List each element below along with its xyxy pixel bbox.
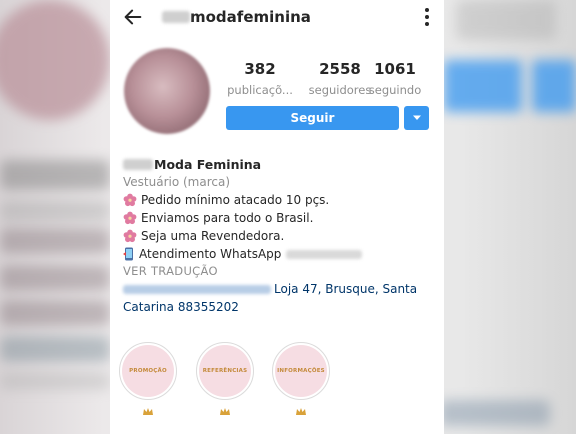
bio-line-text: Atendimento WhatsApp <box>139 247 282 261</box>
highlight-referencias[interactable]: REFERÊNCIAS <box>196 342 254 422</box>
address-line-2: Catarina 88355202 <box>123 300 239 314</box>
highlight-promocao[interactable]: PROMOÇÃO <box>119 342 177 422</box>
highlight-ring: PROMOÇÃO <box>119 342 177 400</box>
highlight-cover: PROMOÇÃO <box>122 345 174 397</box>
bio-category: Vestuário (marca) <box>123 175 231 189</box>
highlight-cover-text: REFERÊNCIAS <box>202 368 248 374</box>
follow-button[interactable]: Seguir <box>226 106 399 130</box>
crown-icon <box>143 408 153 415</box>
bio-name: Moda Feminina <box>154 156 262 172</box>
following-label: seguindo <box>368 83 422 97</box>
address-line-1: Loja 47, Brusque, Santa <box>274 282 418 296</box>
redacted-address-prefix <box>123 285 271 294</box>
redacted-name-prefix <box>123 158 153 170</box>
bio-name-row: Moda Feminina <box>123 155 439 173</box>
redacted-username-prefix <box>162 11 190 23</box>
bio-line-whatsapp: Atendimento WhatsApp <box>123 245 439 263</box>
highlight-cover-text: PROMOÇÃO <box>129 368 167 374</box>
highlight-ring: INFORMAÇÕES <box>272 342 330 400</box>
redacted-phone-number <box>286 249 363 259</box>
bio-line-text: Seja uma Revendedora. <box>141 229 285 243</box>
bio-line: Seja uma Revendedora. <box>123 227 439 245</box>
suggested-dropdown-button[interactable] <box>404 106 429 130</box>
cherry-blossom-icon <box>123 193 137 207</box>
highlight-cover: INFORMAÇÕES <box>275 345 327 397</box>
username-row: modafeminina <box>162 6 311 28</box>
following-count: 1061 <box>374 60 416 78</box>
stat-following[interactable]: 1061 seguindo <box>366 60 424 99</box>
mobile-phone-icon <box>123 247 133 261</box>
more-vertical-icon[interactable] <box>418 5 436 29</box>
crown-icon <box>220 408 230 415</box>
avatar[interactable] <box>124 48 210 134</box>
highlight-informacoes[interactable]: INFORMAÇÕES <box>272 342 330 422</box>
cherry-blossom-icon <box>123 211 137 225</box>
posts-label: publicaçõ... <box>227 83 293 97</box>
bio-line-text: Enviamos para todo o Brasil. <box>141 211 314 225</box>
profile-screen: modafeminina 382 publicaçõ... 2558 segui… <box>110 0 444 434</box>
top-bar: modafeminina <box>110 0 444 34</box>
cherry-blossom-icon <box>123 229 137 243</box>
address-link[interactable]: Loja 47, Brusque, Santa Catarina 8835520… <box>123 280 439 316</box>
stat-posts[interactable]: 382 publicaçõ... <box>224 60 296 99</box>
back-arrow-icon[interactable] <box>122 6 144 28</box>
bio-line: Enviamos para todo o Brasil. <box>123 209 439 227</box>
page-title-username: modafeminina <box>190 8 311 26</box>
see-translation-link[interactable]: VER TRADUÇÃO <box>123 263 439 280</box>
posts-count: 382 <box>244 60 276 78</box>
bio-section: Moda Feminina Vestuário (marca) Pedido m… <box>123 155 439 316</box>
highlight-ring: REFERÊNCIAS <box>196 342 254 400</box>
bio-line-text: Pedido mínimo atacado 10 pçs. <box>141 193 330 207</box>
chevron-down-icon <box>412 115 421 120</box>
highlight-cover-text: INFORMAÇÕES <box>277 368 325 374</box>
bio-line: Pedido mínimo atacado 10 pçs. <box>123 191 439 209</box>
crown-icon <box>296 408 306 415</box>
highlight-cover: REFERÊNCIAS <box>199 345 251 397</box>
